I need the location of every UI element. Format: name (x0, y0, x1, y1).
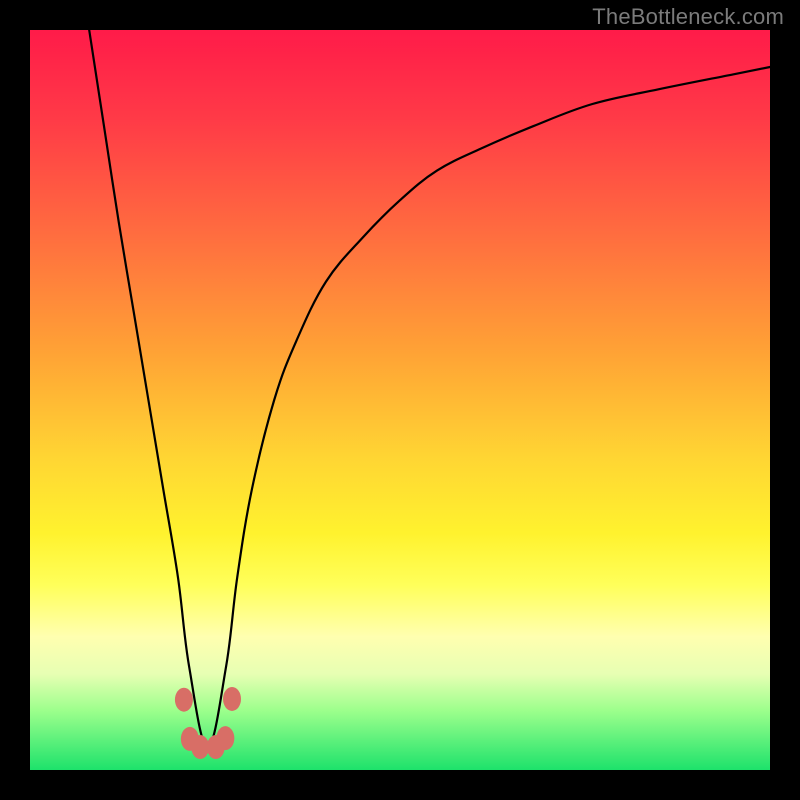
plot-area (30, 30, 770, 770)
bottleneck-curve (89, 30, 770, 748)
curve-markers (175, 687, 241, 759)
watermark-text: TheBottleneck.com (592, 4, 784, 30)
curve-marker (223, 687, 241, 711)
curve-marker (216, 726, 234, 750)
chart-svg (30, 30, 770, 770)
curve-marker (175, 688, 193, 712)
chart-frame: TheBottleneck.com (0, 0, 800, 800)
curve-marker (191, 735, 209, 759)
